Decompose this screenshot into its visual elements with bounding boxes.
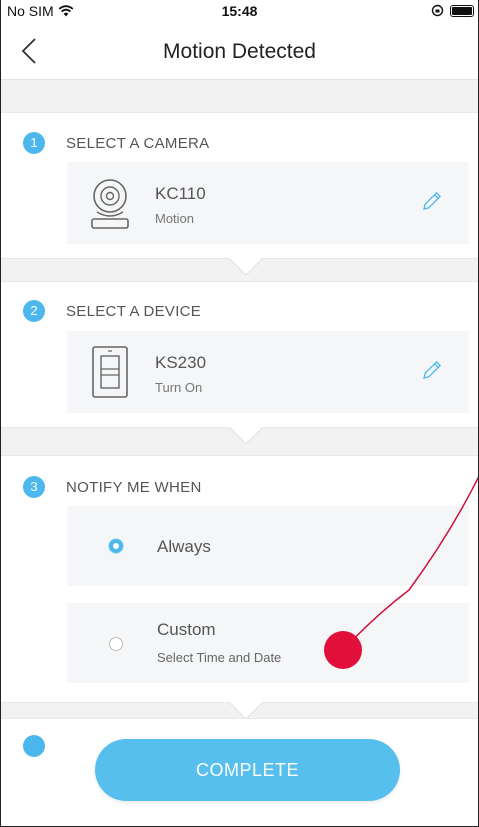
camera-name: KC110: [155, 184, 206, 203]
status-bar: No SIM 15:48: [1, 0, 478, 22]
device-name: KS230: [155, 353, 207, 372]
complete-button[interactable]: COMPLETE: [95, 739, 400, 801]
radio-selected-icon[interactable]: [109, 539, 123, 553]
radio-unselected-icon[interactable]: [109, 637, 123, 651]
step-title: SELECT A DEVICE: [66, 303, 202, 320]
device-card[interactable]: KS230 Turn On: [67, 331, 469, 413]
step-connector: [229, 258, 263, 276]
status-indicators: [431, 4, 474, 17]
option-subtitle: Select Time and Date: [157, 650, 282, 665]
camera-trigger: Motion: [155, 211, 195, 226]
app-screen: No SIM 15:48 Motion Detected 1 SELECT A …: [0, 0, 479, 827]
nav-bar: Motion Detected: [1, 22, 478, 80]
option-always[interactable]: Always: [67, 506, 469, 586]
step-number-badge: 1: [23, 132, 45, 154]
step-connector: [229, 427, 263, 445]
step-number-badge: [23, 735, 45, 757]
orientation-lock-icon: [431, 4, 444, 17]
step-title: NOTIFY ME WHEN: [66, 479, 202, 496]
page-title: Motion Detected: [163, 40, 316, 63]
pencil-icon[interactable]: [421, 359, 443, 381]
status-time: 15:48: [221, 3, 258, 19]
camera-icon: [91, 179, 129, 229]
step-notify-me-when: 3 NOTIFY ME WHEN Always Custom Select Ti…: [1, 455, 478, 703]
step-number-badge: 3: [23, 476, 45, 498]
step-number-badge: 2: [23, 300, 45, 322]
step-title: SELECT A CAMERA: [66, 135, 210, 152]
step-select-device: 2 SELECT A DEVICE KS230 Turn On: [1, 281, 478, 428]
switch-icon: [92, 346, 128, 398]
option-custom[interactable]: Custom Select Time and Date: [67, 603, 469, 683]
battery-icon: [450, 4, 474, 17]
device-action: Turn On: [155, 380, 203, 395]
step-select-camera: 1 SELECT A CAMERA KC110 Motion: [1, 112, 478, 259]
pencil-icon[interactable]: [421, 190, 443, 212]
option-label: Always: [157, 537, 211, 556]
option-label: Custom: [157, 620, 216, 639]
camera-card[interactable]: KC110 Motion: [67, 162, 469, 244]
